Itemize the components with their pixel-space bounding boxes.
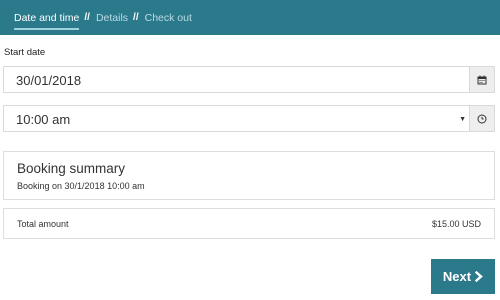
- total-amount-panel: Total amount $15.00 USD: [3, 208, 495, 239]
- step-date-and-time[interactable]: Date and time: [14, 12, 80, 30]
- calendar-button[interactable]: [469, 67, 494, 92]
- start-date-input[interactable]: 30/01/2018: [3, 66, 495, 93]
- step-details[interactable]: Details: [96, 12, 128, 24]
- start-date-label: Start date: [4, 47, 46, 58]
- start-date-value: 30/01/2018: [16, 73, 82, 88]
- step-check-out[interactable]: Check out: [145, 12, 192, 24]
- dropdown-caret-icon: ▼: [459, 116, 466, 123]
- wizard-steps: Date and time // Details // Check out: [14, 0, 192, 35]
- time-button[interactable]: [469, 106, 494, 131]
- time-value: 10:00 am: [16, 112, 71, 127]
- next-button-label: Next: [442, 269, 472, 284]
- step-separator: //: [133, 12, 139, 23]
- time-select[interactable]: 10:00 am ▼: [3, 105, 495, 132]
- step-separator: //: [84, 12, 90, 23]
- booking-summary-panel: Booking summary Booking on 30/1/2018 10:…: [3, 151, 495, 200]
- wizard-step-bar: Date and time // Details // Check out: [0, 0, 500, 35]
- total-amount-value: $15.00 USD: [431, 219, 481, 229]
- total-amount-label: Total amount: [17, 219, 69, 229]
- booking-summary-title: Booking summary: [17, 161, 126, 176]
- next-button[interactable]: Next: [431, 259, 495, 294]
- booking-summary-text: Booking on 30/1/2018 10:00 am: [17, 181, 145, 191]
- chevron-right-icon: [475, 271, 483, 282]
- calendar-icon: [477, 75, 487, 84]
- clock-icon: [477, 114, 487, 123]
